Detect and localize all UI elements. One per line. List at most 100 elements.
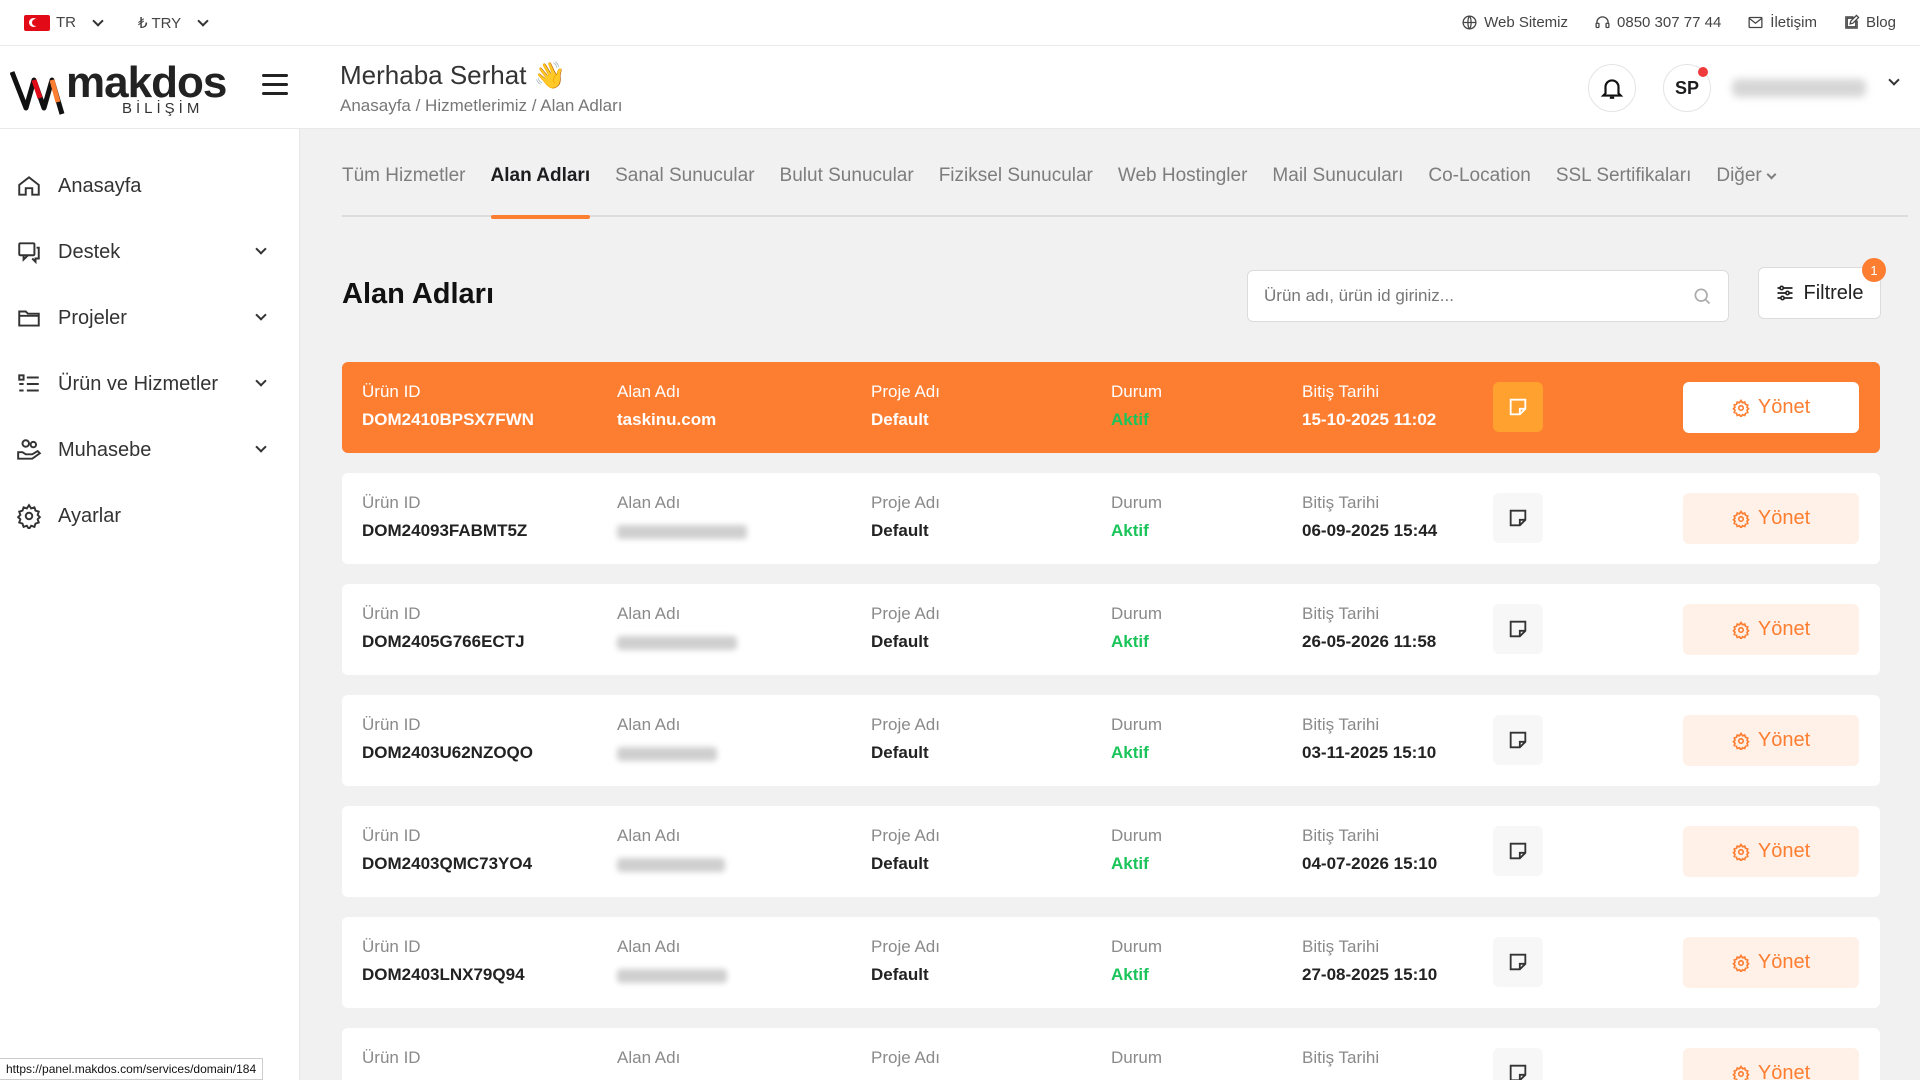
manage-label: Yönet bbox=[1757, 840, 1811, 862]
makdos-logo[interactable]: makdos BİLİŞİM bbox=[10, 58, 227, 118]
notifications-button[interactable] bbox=[1588, 64, 1636, 112]
row-cell: Bitiş Tarihi 03-11-2025 15:10 bbox=[1302, 715, 1436, 763]
manage-button[interactable]: Yönet bbox=[1683, 604, 1859, 655]
chevron-down-icon bbox=[255, 375, 267, 387]
manage-label: Yönet bbox=[1757, 729, 1811, 751]
sidebar-item-label: Muhasebe bbox=[58, 438, 152, 461]
tab-web-hosting[interactable]: Web Hostingler bbox=[1118, 128, 1248, 216]
website-link[interactable]: Web Sitemiz bbox=[1461, 14, 1568, 31]
sidebar-item-accounting[interactable]: Muhasebe bbox=[0, 417, 299, 483]
tab-physical-servers[interactable]: Fiziksel Sunucular bbox=[939, 128, 1093, 216]
domain-name-blurred[interactable] bbox=[617, 969, 727, 983]
headset-icon bbox=[1595, 16, 1610, 29]
row-cell: Ürün ID DOM2403LNX79Q94 bbox=[362, 937, 525, 985]
chat-icon bbox=[18, 242, 40, 265]
note-button[interactable] bbox=[1493, 604, 1543, 654]
domain-name-blurred[interactable] bbox=[617, 525, 747, 539]
sidebar-item-support[interactable]: Destek bbox=[0, 219, 299, 285]
tab-virtual-servers[interactable]: Sanal Sunucular bbox=[615, 128, 754, 216]
domain-name-blurred[interactable] bbox=[617, 858, 725, 872]
currency-selector[interactable]: ₺ TRY bbox=[138, 14, 209, 32]
column-label: Bitiş Tarihi bbox=[1302, 826, 1380, 845]
gear-icon bbox=[1732, 620, 1750, 639]
search-icon[interactable] bbox=[1692, 286, 1712, 306]
menu-toggle-button[interactable] bbox=[262, 74, 288, 96]
sidebar-item-label: Destek bbox=[58, 240, 121, 263]
sidebar-item-products[interactable]: Ürün ve Hizmetler bbox=[0, 351, 299, 417]
note-button[interactable] bbox=[1493, 715, 1543, 765]
avatar[interactable]: SP bbox=[1663, 64, 1711, 112]
row-cell: Ürün ID DOM2403QMC73YO4 bbox=[362, 826, 532, 874]
domain-name-blurred[interactable] bbox=[617, 636, 737, 650]
hamburger-icon bbox=[262, 74, 288, 77]
tab-other[interactable]: Diğer bbox=[1716, 128, 1777, 216]
column-label: Bitiş Tarihi bbox=[1302, 604, 1380, 623]
note-button[interactable] bbox=[1493, 1048, 1543, 1080]
note-icon bbox=[1509, 509, 1527, 527]
cell-value: 26-05-2026 11:58 bbox=[1302, 632, 1437, 651]
username-blurred[interactable] bbox=[1732, 79, 1866, 97]
table-row[interactable]: Ürün ID DOM24093FABMT5Z Alan Adı Proje Adı D… bbox=[342, 473, 1880, 564]
language-selector[interactable]: TR bbox=[24, 14, 104, 31]
note-button[interactable] bbox=[1493, 382, 1543, 432]
manage-button[interactable]: Yönet bbox=[1683, 1048, 1859, 1080]
folder-icon bbox=[18, 310, 40, 327]
cell-value: DOM2403LNX79Q94 bbox=[362, 965, 525, 984]
table-row[interactable]: Ürün ID DOM2405G766ECTJ Alan Adı Proje Adı D… bbox=[342, 584, 1880, 675]
note-button[interactable] bbox=[1493, 493, 1543, 543]
blog-link[interactable]: Blog bbox=[1843, 14, 1896, 31]
manage-button[interactable]: Yönet bbox=[1683, 382, 1859, 433]
manage-button[interactable]: Yönet bbox=[1683, 715, 1859, 766]
manage-button[interactable]: Yönet bbox=[1683, 937, 1859, 988]
chevron-down-icon bbox=[255, 441, 267, 453]
row-cell: Proje Adı bbox=[871, 1048, 940, 1076]
table-row[interactable]: Ürün ID Alan Adı Proje Adı Durum Bitiş Tarih… bbox=[342, 1028, 1880, 1080]
sidebar-item-label: Projeler bbox=[58, 306, 127, 329]
tab-mail-servers[interactable]: Mail Sunucuları bbox=[1272, 128, 1403, 216]
mail-icon bbox=[1748, 16, 1763, 29]
user-menu-chevron-icon[interactable] bbox=[1888, 74, 1900, 86]
column-label: Proje Adı bbox=[871, 1048, 940, 1067]
column-label: Durum bbox=[1111, 493, 1163, 512]
table-row[interactable]: Ürün ID DOM2403QMC73YO4 Alan Adı Proje Adı D… bbox=[342, 806, 1880, 897]
filter-button[interactable]: Filtrele 1 bbox=[1758, 258, 1886, 319]
cell-value: Default bbox=[871, 521, 929, 540]
column-label: Bitiş Tarihi bbox=[1302, 493, 1380, 512]
globe-icon bbox=[1462, 15, 1477, 30]
note-button[interactable] bbox=[1493, 937, 1543, 987]
cell-value: 15-10-2025 11:02 bbox=[1302, 410, 1437, 429]
row-cell: Alan Adı taskinu.com bbox=[617, 382, 716, 430]
breadcrumb[interactable]: Anasayfa / Hizmetlerimiz / Alan Adları bbox=[340, 96, 623, 116]
tab-co-location[interactable]: Co-Location bbox=[1428, 128, 1530, 216]
tab-ssl-certificates[interactable]: SSL Sertifikaları bbox=[1556, 128, 1692, 216]
column-label: Alan Adı bbox=[617, 382, 681, 401]
search-input[interactable] bbox=[1264, 286, 1692, 306]
tab-all-services[interactable]: Tüm Hizmetler bbox=[342, 128, 466, 216]
manage-label: Yönet bbox=[1757, 618, 1811, 640]
notification-dot bbox=[1698, 67, 1708, 77]
sidebar-item-label: Ayarlar bbox=[58, 504, 121, 527]
table-row[interactable]: Ürün ID DOM2410BPSX7FWN Alan Adı taskinu.co… bbox=[342, 362, 1880, 453]
contact-link[interactable]: İletişim bbox=[1747, 14, 1817, 31]
tab-cloud-servers[interactable]: Bulut Sunucular bbox=[780, 128, 914, 216]
sidebar-item-label: Anasayfa bbox=[58, 174, 142, 197]
row-cell: Bitiş Tarihi 27-08-2025 15:10 bbox=[1302, 937, 1437, 985]
gear-icon bbox=[16, 503, 42, 529]
sidebar-item-home[interactable]: Anasayfa bbox=[0, 153, 299, 219]
table-row[interactable]: Ürün ID DOM2403U62NZOQO Alan Adı Proje Adı D… bbox=[342, 695, 1880, 786]
table-row[interactable]: Ürün ID DOM2403LNX79Q94 Alan Adı Proje Adı D… bbox=[342, 917, 1880, 1008]
phone-link[interactable]: 0850 307 77 44 bbox=[1594, 14, 1721, 31]
cell-value: Default bbox=[871, 743, 929, 762]
note-icon bbox=[1509, 1064, 1527, 1080]
column-label: Ürün ID bbox=[362, 604, 421, 623]
manage-button[interactable]: Yönet bbox=[1683, 826, 1859, 877]
row-cell: Proje Adı Default bbox=[871, 826, 940, 874]
sidebar-item-projects[interactable]: Projeler bbox=[0, 285, 299, 351]
tab-domains[interactable]: Alan Adları bbox=[490, 128, 590, 219]
row-cell: Ürün ID bbox=[362, 1048, 421, 1076]
manage-button[interactable]: Yönet bbox=[1683, 493, 1859, 544]
domain-name-blurred[interactable] bbox=[617, 747, 717, 761]
sidebar-item-settings[interactable]: Ayarlar bbox=[0, 483, 299, 549]
note-button[interactable] bbox=[1493, 826, 1543, 876]
service-tabs: Tüm Hizmetler Alan Adları Sanal Sunucula… bbox=[342, 128, 1908, 219]
